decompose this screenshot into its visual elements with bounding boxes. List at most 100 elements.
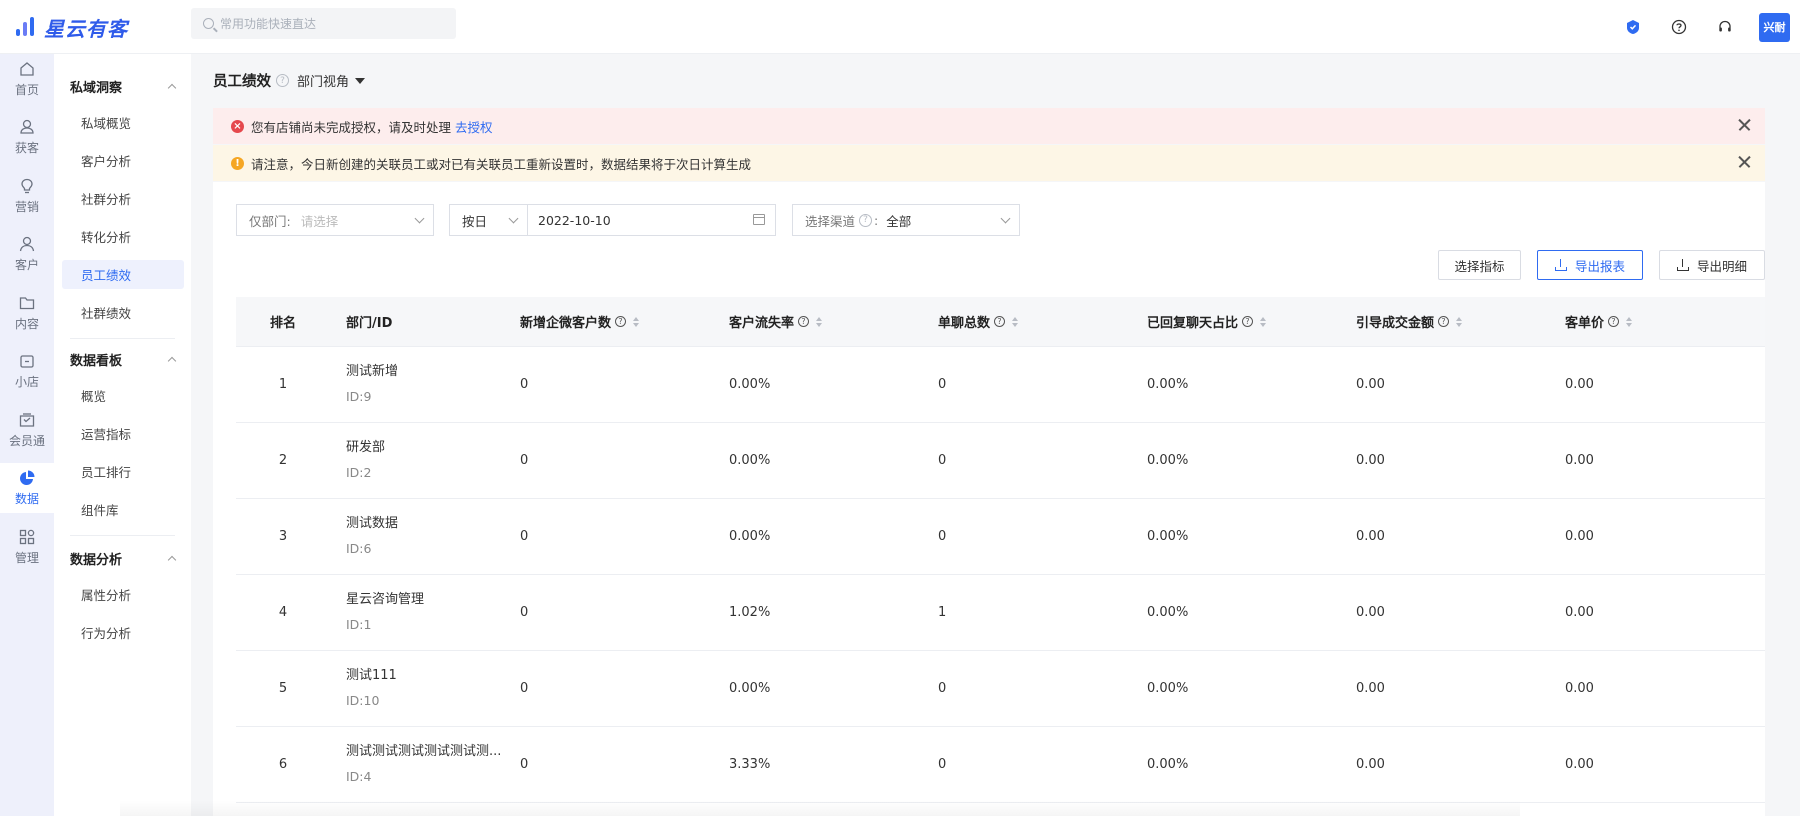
col-new-customers[interactable]: 新增企微客户数? — [520, 312, 729, 331]
nav-label: 小店 — [14, 375, 39, 389]
col-churn[interactable]: 客户流失率? — [729, 312, 938, 331]
chats-cell: 0 — [938, 757, 947, 772]
subnav-group-analysis[interactable]: 数据分析 — [70, 549, 177, 568]
help-icon[interactable]: ? — [1438, 316, 1450, 327]
avatar[interactable]: 兴耐 — [1759, 12, 1790, 42]
sort-icon[interactable] — [1260, 316, 1267, 327]
subnav-item[interactable]: 运营指标 — [62, 419, 184, 448]
nav-label: 会员通 — [8, 434, 45, 448]
subnav-item[interactable]: 概览 — [62, 381, 184, 410]
nav-member[interactable]: 会员通 — [0, 405, 54, 455]
churn-cell: 3.33% — [729, 757, 771, 772]
dept-name: 测试111 — [346, 668, 397, 683]
rank-cell: 5 — [278, 681, 288, 696]
app-logo[interactable]: 星云有客 — [16, 12, 128, 42]
folder-icon — [19, 297, 35, 310]
sort-icon[interactable] — [633, 316, 640, 327]
close-icon[interactable] — [1737, 118, 1751, 132]
department-placeholder: 请选择 — [300, 213, 339, 229]
subnav-item[interactable]: 组件库 — [62, 495, 184, 524]
col-label: 客单价 — [1565, 316, 1605, 331]
help-icon[interactable]: ? — [276, 74, 289, 87]
sort-icon[interactable] — [1012, 316, 1019, 327]
churn-cell: 0.00% — [729, 681, 771, 696]
table-row[interactable]: 4 星云咨询管理 ID:1 0 1.02% 1 0.00% 0.00 0.00 — [236, 575, 1765, 651]
sort-icon[interactable] — [1626, 316, 1633, 327]
member-icon — [19, 413, 35, 427]
chats-cell: 0 — [938, 529, 947, 544]
chevron-up-icon — [167, 555, 177, 565]
home-icon — [20, 62, 34, 76]
group-title: 私域洞察 — [70, 81, 123, 96]
close-icon[interactable] — [1737, 155, 1751, 169]
subnav-item[interactable]: 属性分析 — [62, 580, 184, 609]
logo-icon — [16, 16, 38, 38]
nav-marketing[interactable]: 营销 — [0, 171, 54, 221]
nav-content[interactable]: 内容 — [0, 288, 54, 338]
view-selector[interactable]: 部门视角 — [297, 71, 366, 90]
help-icon[interactable]: ? — [859, 213, 873, 227]
authorize-link[interactable]: 去授权 — [455, 117, 493, 136]
col-reply-ratio[interactable]: 已回复聊天占比? — [1147, 312, 1356, 331]
help-icon[interactable]: ? — [994, 316, 1006, 327]
sort-icon[interactable] — [816, 316, 823, 327]
subnav-group-dashboard[interactable]: 数据看板 — [70, 350, 177, 369]
help-icon[interactable] — [1671, 19, 1687, 35]
nav-home[interactable]: 首页 — [0, 54, 54, 104]
help-icon[interactable]: ? — [1242, 316, 1254, 327]
subnav-item[interactable]: 员工排行 — [62, 457, 184, 486]
subnav-item[interactable]: 社群分析 — [62, 184, 184, 213]
col-chats[interactable]: 单聊总数? — [938, 312, 1147, 331]
export-report-button[interactable]: 导出报表 — [1537, 250, 1643, 280]
table-row[interactable]: 5 测试111 ID:10 0 0.00% 0 0.00% 0.00 0.00 — [236, 651, 1765, 727]
col-amount[interactable]: 引导成交金额? — [1356, 312, 1565, 331]
calendar-icon — [753, 214, 765, 225]
amount-cell: 0.00 — [1356, 757, 1385, 772]
shield-icon[interactable] — [1625, 19, 1641, 35]
nav-shop[interactable]: 小店 — [0, 346, 54, 396]
error-icon: × — [231, 119, 244, 133]
help-icon[interactable]: ? — [798, 316, 810, 327]
reply-ratio-cell: 0.00% — [1147, 681, 1189, 696]
subnav-item[interactable]: 私域概览 — [62, 108, 184, 137]
subnav-item-active[interactable]: 员工绩效 — [62, 260, 184, 289]
export-detail-button[interactable]: 导出明细 — [1659, 250, 1765, 280]
person-icon — [19, 236, 35, 252]
dept-id: ID:9 — [346, 389, 372, 404]
subnav-group-insight[interactable]: 私域洞察 — [70, 77, 177, 96]
table-row[interactable]: 3 测试数据 ID:6 0 0.00% 0 0.00% 0.00 0.00 — [236, 499, 1765, 575]
channel-select[interactable]: 选择渠道 ? : 全部 — [792, 204, 1020, 236]
view-label: 部门视角 — [297, 75, 350, 90]
help-icon[interactable]: ? — [1608, 316, 1620, 327]
dept-name: 测试新增 — [346, 364, 399, 379]
new-customers-cell: 0 — [520, 453, 529, 468]
period-select[interactable]: 按日 — [449, 204, 528, 236]
department-label: 仅部门: — [249, 213, 291, 229]
unit-price-cell: 0.00 — [1565, 453, 1594, 468]
col-unit-price[interactable]: 客单价? — [1565, 312, 1765, 331]
dept-name: 星云咨询管理 — [346, 592, 425, 607]
subnav-item[interactable]: 社群绩效 — [62, 298, 184, 327]
nav-data[interactable]: 数据 — [0, 463, 54, 513]
select-metrics-button[interactable]: 选择指标 — [1438, 250, 1521, 280]
search-input[interactable]: 常用功能快速直达 — [191, 8, 456, 39]
subnav-item[interactable]: 转化分析 — [62, 222, 184, 251]
nav-customer[interactable]: 客户 — [0, 229, 54, 279]
amount-cell: 0.00 — [1356, 377, 1385, 392]
department-select[interactable]: 仅部门: 请选择 — [236, 204, 434, 236]
subnav-item[interactable]: 行为分析 — [62, 618, 184, 647]
sort-icon[interactable] — [1456, 316, 1463, 327]
table-row[interactable]: 6 测试测试测试测试测试测... ID:4 0 3.33% 0 0.00% 0.0… — [236, 727, 1765, 803]
nav-manage[interactable]: 管理 — [0, 522, 54, 572]
table-row[interactable]: 1 测试新增 ID:9 0 0.00% 0 0.00% 0.00 0.00 — [236, 347, 1765, 423]
table-row[interactable]: 2 研发部 ID:2 0 0.00% 0 0.00% 0.00 0.00 — [236, 423, 1765, 499]
date-picker[interactable]: 2022-10-10 — [527, 204, 776, 236]
page-title: 员工绩效 — [213, 74, 271, 90]
subnav-item[interactable]: 客户分析 — [62, 146, 184, 175]
help-icon[interactable]: ? — [615, 316, 627, 327]
chats-cell: 0 — [938, 377, 947, 392]
headset-icon[interactable] — [1717, 19, 1733, 35]
chats-cell: 0 — [938, 453, 947, 468]
nav-acquire[interactable]: 获客 — [0, 112, 54, 162]
divider — [70, 338, 175, 339]
